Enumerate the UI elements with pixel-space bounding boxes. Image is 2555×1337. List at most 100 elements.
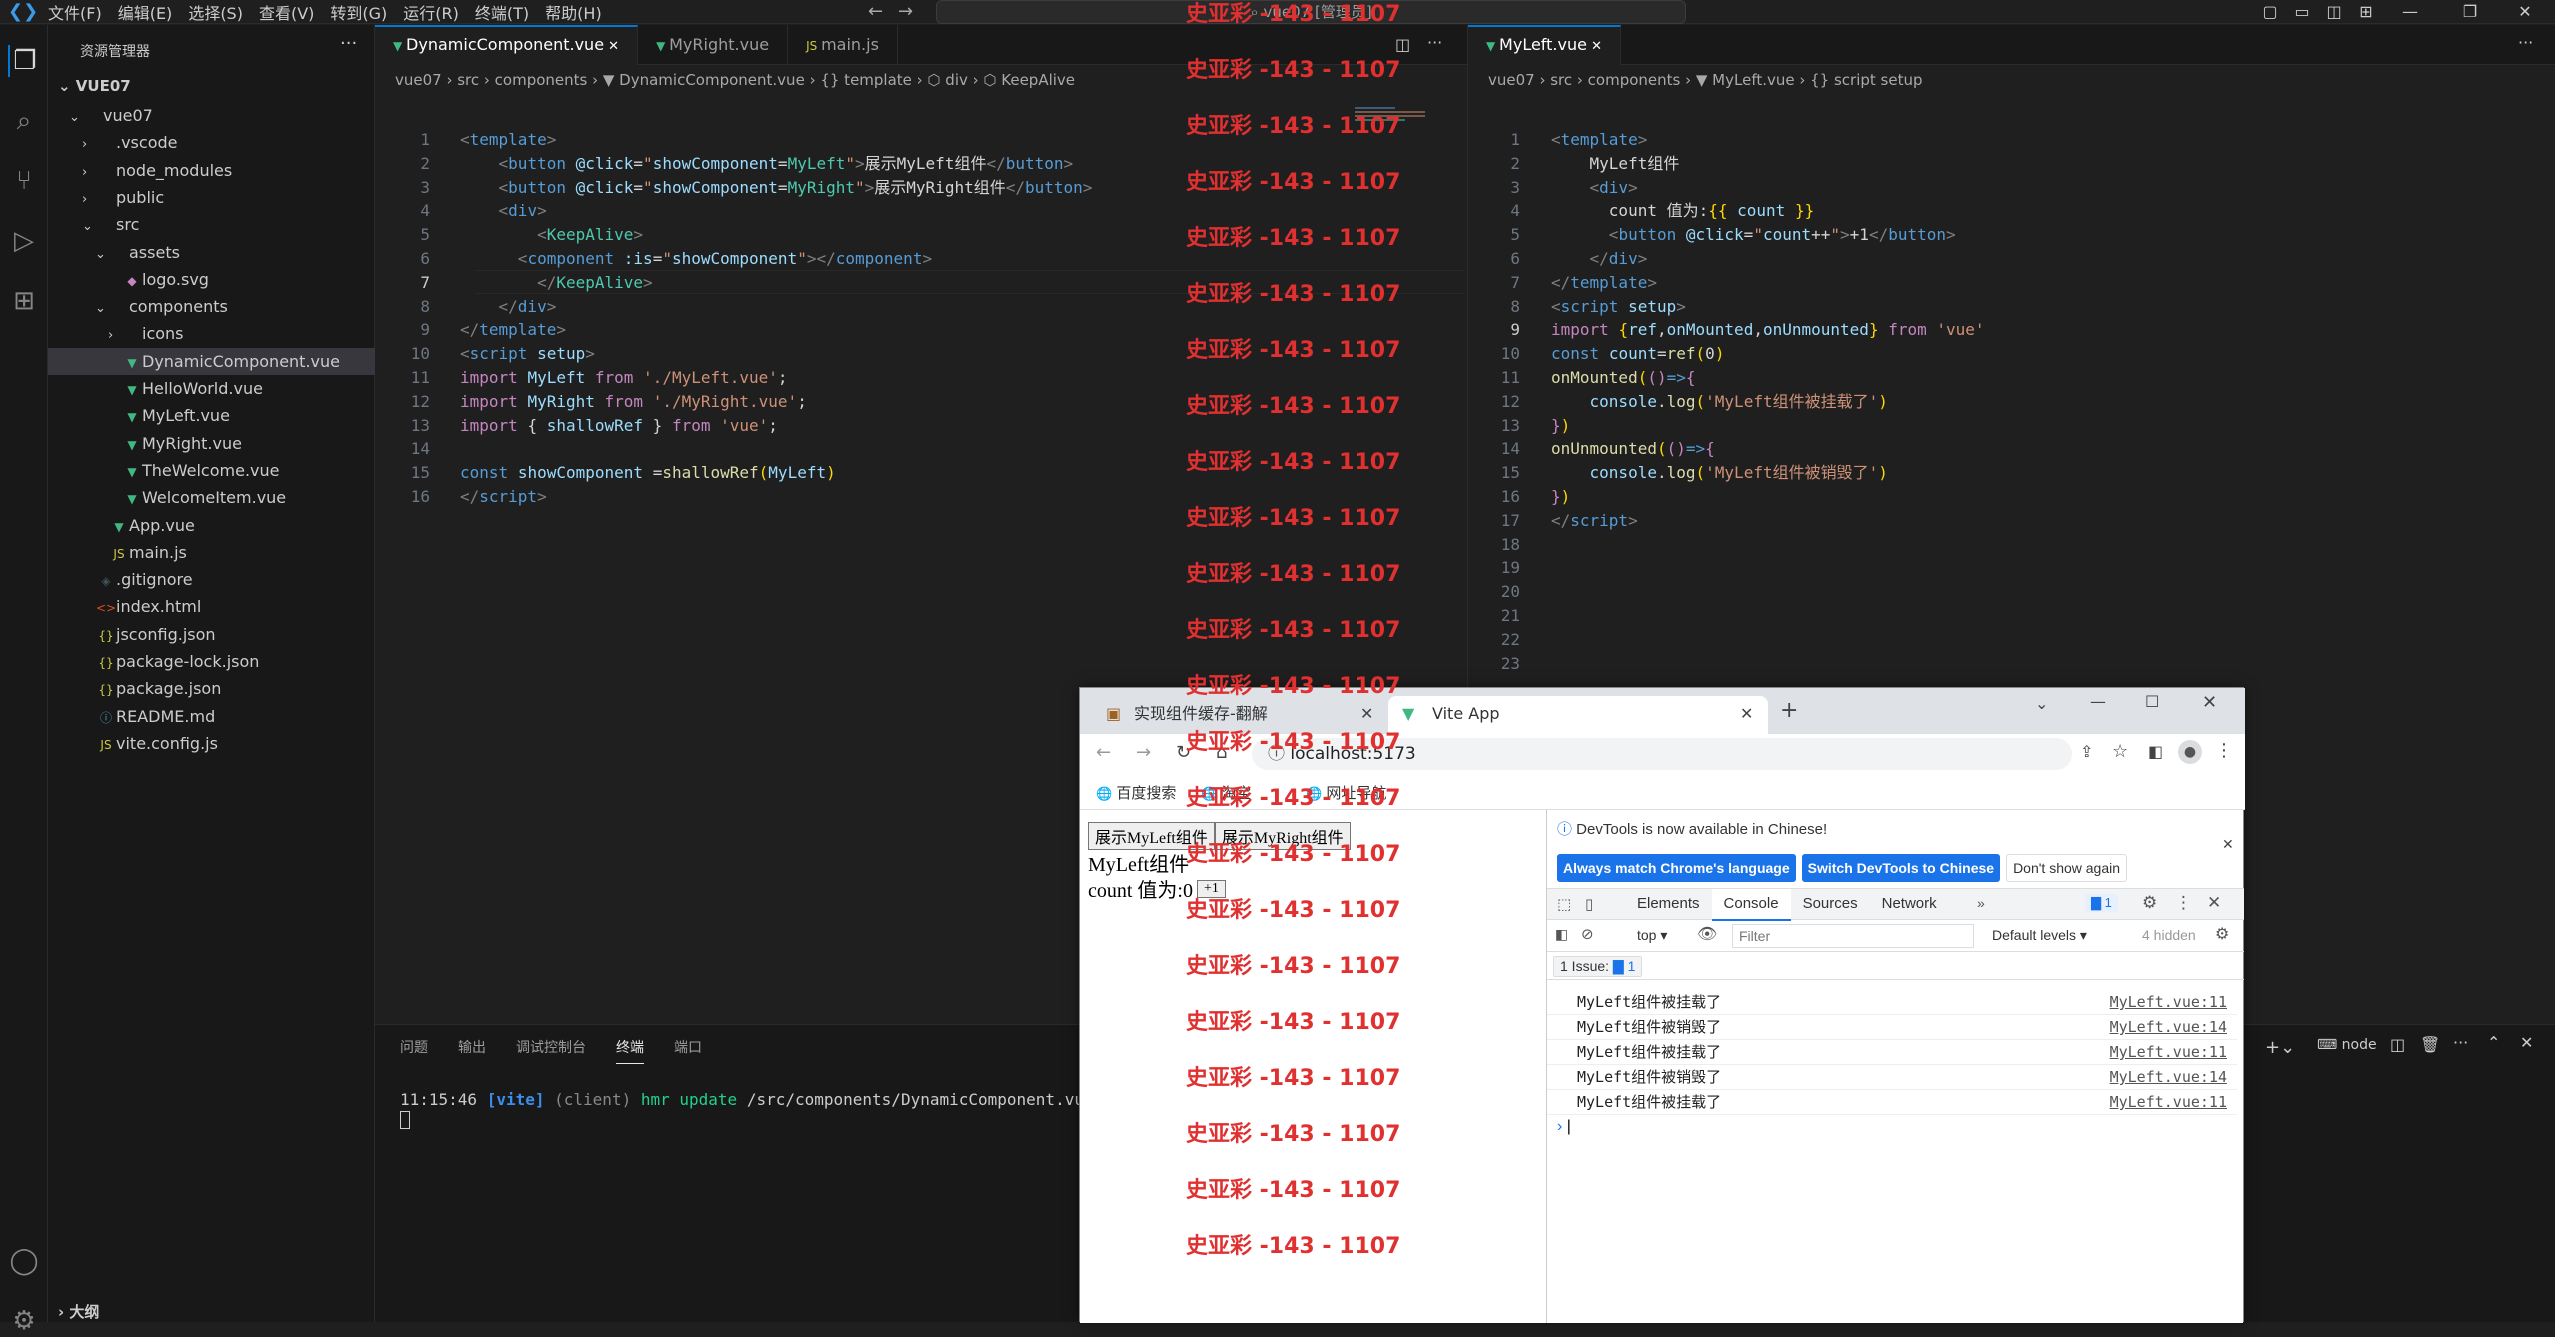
- editor-tab[interactable]: JS main.js: [788, 25, 898, 65]
- bookmark-star-icon[interactable]: ☆: [2112, 741, 2128, 762]
- close-devtools-icon[interactable]: ✕: [2207, 893, 2221, 913]
- console-settings-icon[interactable]: ⚙: [2215, 924, 2229, 944]
- tree-item[interactable]: › public: [48, 184, 375, 211]
- tree-item[interactable]: JS vite.config.js: [48, 730, 375, 757]
- more-actions-icon[interactable]: ···: [2518, 33, 2533, 52]
- close-button[interactable]: ✕: [2202, 692, 2217, 713]
- tree-item[interactable]: ⌄ components: [48, 293, 375, 320]
- log-source-link[interactable]: MyLeft.vue:11: [2110, 1090, 2227, 1115]
- device-toolbar-icon[interactable]: ▯: [1585, 895, 1593, 913]
- nav-back-icon[interactable]: ←: [868, 0, 883, 24]
- split-terminal-icon[interactable]: ◫: [2390, 1035, 2405, 1054]
- devtools-settings-icon[interactable]: ⚙: [2142, 893, 2157, 913]
- tree-item[interactable]: ▼ TheWelcome.vue: [48, 457, 375, 484]
- breadcrumb[interactable]: vue07 › src › components › ▼ DynamicComp…: [375, 65, 1075, 95]
- terminal-shell-label[interactable]: ⌨ node: [2317, 1037, 2377, 1053]
- sidepanel-icon[interactable]: ◧: [2148, 742, 2163, 761]
- console-prompt[interactable]: › |: [1557, 1118, 1571, 1136]
- account-icon[interactable]: ◯: [8, 1245, 40, 1277]
- editor-tab[interactable]: ▼ DynamicComponent.vue ✕: [375, 25, 639, 65]
- more-tabs-icon[interactable]: »: [1977, 895, 1985, 911]
- panel-tab[interactable]: 终端: [616, 1037, 644, 1064]
- close-tab-icon[interactable]: ✕: [604, 39, 619, 54]
- context-selector[interactable]: top ▾: [1637, 927, 1667, 944]
- menu-item[interactable]: 编辑(E): [118, 0, 173, 24]
- devtools-tab[interactable]: Sources: [1791, 889, 1870, 921]
- tree-item[interactable]: ◈ .gitignore: [48, 566, 375, 593]
- tree-item[interactable]: › icons: [48, 320, 375, 347]
- log-source-link[interactable]: MyLeft.vue:11: [2110, 1040, 2227, 1065]
- menu-item[interactable]: 终端(T): [475, 0, 529, 24]
- more-actions-icon[interactable]: ···: [340, 33, 357, 54]
- tree-item[interactable]: ▼ MyRight.vue: [48, 430, 375, 457]
- profile-avatar[interactable]: ●: [2178, 740, 2202, 764]
- close-panel-icon[interactable]: ✕: [2520, 1033, 2533, 1052]
- kill-terminal-icon[interactable]: 🗑: [2420, 1035, 2440, 1054]
- menu-item[interactable]: 帮助(H): [545, 0, 602, 24]
- new-tab-icon[interactable]: +: [1780, 698, 1798, 723]
- tree-item[interactable]: ▼ HelloWorld.vue: [48, 375, 375, 402]
- code-dynamic-component[interactable]: <template> <button @click="showComponent…: [460, 128, 1092, 509]
- devtools-tab[interactable]: Elements: [1625, 889, 1712, 921]
- breadcrumb-right[interactable]: vue07 › src › components › ▼ MyLeft.vue …: [1468, 65, 1923, 95]
- new-terminal-icon[interactable]: +⌄: [2265, 1037, 2295, 1058]
- console-filter-input[interactable]: Filter: [1732, 924, 1974, 948]
- tree-item[interactable]: ⓘ README.md: [48, 703, 375, 730]
- panel-tab[interactable]: 问题: [400, 1037, 428, 1064]
- bookmark-item[interactable]: 🌐 百度搜索: [1096, 782, 1176, 803]
- clear-console-icon[interactable]: ⊘: [1581, 925, 1594, 943]
- tree-item[interactable]: {} package.json: [48, 675, 375, 702]
- maximize-button[interactable]: ☐: [2145, 692, 2159, 711]
- inspect-element-icon[interactable]: ⬚: [1557, 895, 1571, 913]
- menu-item[interactable]: 转到(G): [330, 0, 387, 24]
- sidebar-toggle-icon[interactable]: ◧: [1555, 926, 1568, 943]
- log-source-link[interactable]: MyLeft.vue:14: [2110, 1015, 2227, 1040]
- devtools-tab[interactable]: Network: [1870, 889, 1949, 921]
- editor-tab[interactable]: ▼ MyRight.vue: [638, 25, 789, 65]
- run-debug-icon[interactable]: ▷: [8, 225, 40, 257]
- tree-item[interactable]: ▼ WelcomeItem.vue: [48, 484, 375, 511]
- tree-item[interactable]: ▼ DynamicComponent.vue: [48, 347, 375, 375]
- extensions-icon[interactable]: ⊞: [8, 285, 40, 317]
- back-icon[interactable]: ←: [1096, 742, 1111, 763]
- menu-item[interactable]: 查看(V): [259, 0, 314, 24]
- explorer-icon[interactable]: ❐: [8, 45, 40, 77]
- panel-tab[interactable]: 输出: [458, 1037, 486, 1064]
- forward-icon[interactable]: →: [1136, 742, 1151, 763]
- menu-item[interactable]: 文件(F): [48, 0, 102, 24]
- always-match-language-button[interactable]: Always match Chrome's language: [1557, 854, 1796, 882]
- more-actions-icon[interactable]: ···: [1427, 33, 1442, 52]
- issues-badge[interactable]: ▇ 1: [2085, 894, 2118, 912]
- tree-item[interactable]: ⌄ vue07: [48, 102, 375, 129]
- tree-item[interactable]: ⌄ assets: [48, 239, 375, 266]
- devtools-menu-icon[interactable]: ⋮: [2175, 893, 2192, 913]
- tree-item[interactable]: › .vscode: [48, 129, 375, 156]
- terminal-output[interactable]: 11:15:46 [vite] (client) hmr update /src…: [400, 1090, 1094, 1109]
- project-root[interactable]: ⌄ VUE07: [58, 77, 131, 95]
- live-expression-eye-icon[interactable]: 👁: [1697, 924, 1717, 944]
- search-icon[interactable]: ⌕: [8, 105, 40, 137]
- panel-tab[interactable]: 端口: [674, 1037, 702, 1064]
- menu-item[interactable]: 选择(S): [188, 0, 243, 24]
- tree-item[interactable]: ▼ App.vue: [48, 512, 375, 539]
- devtools-tab[interactable]: Console: [1711, 889, 1791, 921]
- tree-item[interactable]: <>index.html: [48, 593, 375, 620]
- editor-tab[interactable]: ▼ MyLeft.vue ✕: [1468, 25, 1621, 65]
- dont-show-again-button[interactable]: Don't show again: [2006, 854, 2128, 882]
- more-actions-icon[interactable]: ···: [2453, 1033, 2468, 1052]
- issues-button[interactable]: 1 Issue: ▇ 1: [1553, 956, 1643, 977]
- panel-tab[interactable]: 调试控制台: [516, 1037, 586, 1064]
- chrome-menu-icon[interactable]: ⋮: [2215, 740, 2233, 761]
- minimize-button[interactable]: —: [2390, 0, 2430, 24]
- customize-layout-icon[interactable]: ⊞: [2346, 0, 2386, 24]
- source-control-icon[interactable]: ⑂: [8, 165, 40, 197]
- browser-tab-2[interactable]: ▼ Vite App ✕: [1388, 696, 1768, 734]
- code-myleft[interactable]: <template> MyLeft组件 <div> count 值为:{{ co…: [1551, 128, 1985, 533]
- tree-item[interactable]: › node_modules: [48, 157, 375, 184]
- minimize-button[interactable]: —: [2090, 692, 2106, 711]
- log-source-link[interactable]: MyLeft.vue:11: [2110, 990, 2227, 1015]
- tab-search-icon[interactable]: ⌄: [2035, 694, 2048, 713]
- tree-item[interactable]: {} jsconfig.json: [48, 621, 375, 648]
- outline-section[interactable]: › 大纲: [58, 1301, 99, 1322]
- menu-item[interactable]: 运行(R): [403, 0, 459, 24]
